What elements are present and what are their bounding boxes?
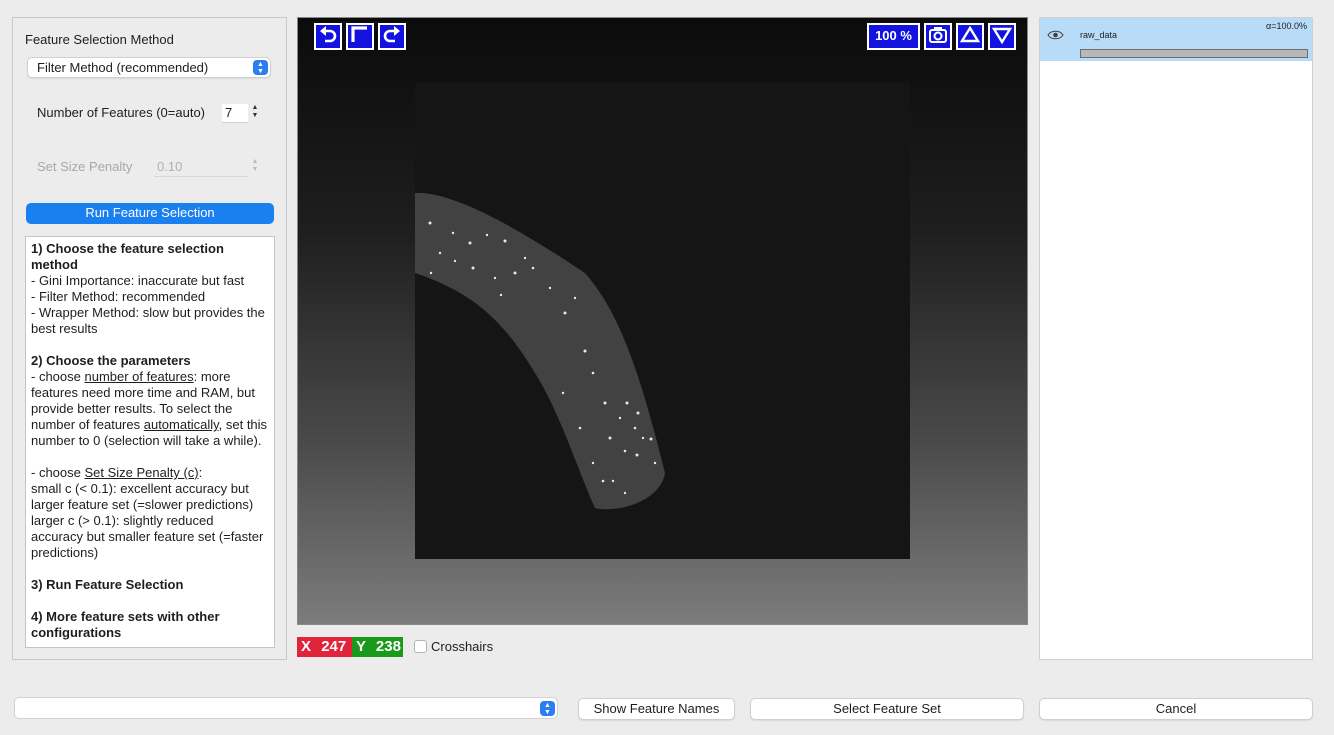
eye-icon[interactable]: [1047, 30, 1064, 40]
help-s4-title: 4) More feature sets with other configur…: [31, 609, 220, 640]
y-value: 238: [375, 638, 401, 655]
num-features-spinner[interactable]: ▲ ▼: [250, 104, 260, 120]
help-text: larger c (> 0.1): slightly reduced accur…: [31, 513, 264, 560]
spin-down-icon[interactable]: ▼: [250, 166, 260, 174]
microscopy-image: [415, 192, 665, 510]
method-select-value: Filter Method (recommended): [37, 60, 209, 75]
slice-down-button[interactable]: [988, 23, 1016, 50]
help-s1-line: - Gini Importance: inaccurate but fast: [31, 273, 245, 288]
help-section-1: 1) Choose the feature selection method -…: [31, 241, 269, 337]
fit-view-button[interactable]: [346, 23, 374, 50]
num-features-input[interactable]: 7: [222, 104, 248, 123]
y-coordinate-readout: Y 238: [352, 637, 403, 657]
help-text: :: [198, 465, 203, 480]
help-s1-line: - Wrapper Method: slow but provides the …: [31, 305, 265, 336]
x-label: X: [301, 638, 312, 655]
triangle-down-icon: [991, 27, 1013, 45]
help-section-2b: - choose Set Size Penalty (c): small c (…: [31, 465, 269, 561]
help-s3-title: 3) Run Feature Selection: [31, 577, 184, 592]
screenshot-button[interactable]: [924, 23, 952, 50]
cancel-button[interactable]: Cancel: [1039, 698, 1313, 720]
method-section-title: Feature Selection Method: [25, 32, 174, 47]
run-feature-selection-button[interactable]: Run Feature Selection: [26, 203, 274, 224]
help-section-2: 2) Choose the parameters - choose number…: [31, 353, 269, 449]
raw-data-image[interactable]: [415, 83, 910, 559]
redo-icon: [383, 26, 400, 43]
layer-panel: raw_data α=100.0%: [1039, 17, 1313, 660]
help-text-box[interactable]: 1) Choose the feature selection method -…: [25, 236, 275, 648]
set-size-penalty-label: Set Size Penalty: [37, 159, 133, 174]
undo-icon: [320, 26, 337, 43]
help-s1-line: - Filter Method: recommended: [31, 289, 206, 304]
redo-button[interactable]: [378, 23, 406, 50]
spin-down-icon[interactable]: ▼: [250, 112, 260, 120]
camera-icon: [929, 27, 947, 43]
triangle-up-icon: [959, 25, 981, 43]
feature-set-select[interactable]: ▲ ▼: [14, 697, 558, 719]
num-features-label: Number of Features (0=auto): [37, 105, 205, 120]
help-s2-title: 2) Choose the parameters: [31, 353, 191, 368]
select-arrows-icon: ▲ ▼: [540, 701, 555, 716]
fit-icon: [351, 26, 367, 42]
layer-row-raw-data[interactable]: raw_data α=100.0%: [1040, 18, 1312, 61]
undo-button[interactable]: [314, 23, 342, 50]
feature-selection-panel: Feature Selection Method Filter Method (…: [12, 17, 287, 660]
layer-name: raw_data: [1080, 30, 1118, 40]
y-label: Y: [356, 638, 366, 655]
help-section-4: 4) More feature sets with other configur…: [31, 609, 269, 641]
show-feature-names-button[interactable]: Show Feature Names: [578, 698, 735, 720]
layer-opacity-slider[interactable]: [1080, 49, 1308, 58]
spin-up-icon[interactable]: ▲: [250, 104, 260, 112]
help-term: Set Size Penalty (c): [84, 465, 199, 480]
zoom-level-button[interactable]: 100 %: [867, 23, 920, 50]
set-size-penalty-spinner[interactable]: ▲ ▼: [250, 158, 260, 174]
help-term: number of features: [84, 369, 194, 384]
help-text: - choose: [31, 369, 85, 384]
x-coordinate-readout: X 247: [297, 637, 352, 657]
select-feature-set-button[interactable]: Select Feature Set: [750, 698, 1024, 720]
help-text: small c (< 0.1): excellent accuracy but …: [31, 481, 254, 512]
crosshairs-checkbox[interactable]: [414, 640, 427, 653]
image-viewer[interactable]: 100 %: [297, 17, 1028, 625]
help-s1-title: 1) Choose the feature selection method: [31, 241, 224, 272]
slice-up-button[interactable]: [956, 23, 984, 50]
x-value: 247: [321, 638, 347, 655]
set-size-penalty-input[interactable]: 0.10: [154, 158, 248, 177]
help-section-3: 3) Run Feature Selection: [31, 577, 269, 593]
help-term: automatically: [143, 417, 219, 432]
spin-up-icon[interactable]: ▲: [250, 158, 260, 166]
method-select[interactable]: Filter Method (recommended) ▲ ▼: [27, 57, 271, 78]
select-arrows-icon: ▲ ▼: [253, 60, 268, 75]
help-text: - choose: [31, 465, 85, 480]
layer-opacity-label: α=100.0%: [1266, 21, 1307, 31]
crosshairs-label[interactable]: Crosshairs: [431, 639, 493, 654]
